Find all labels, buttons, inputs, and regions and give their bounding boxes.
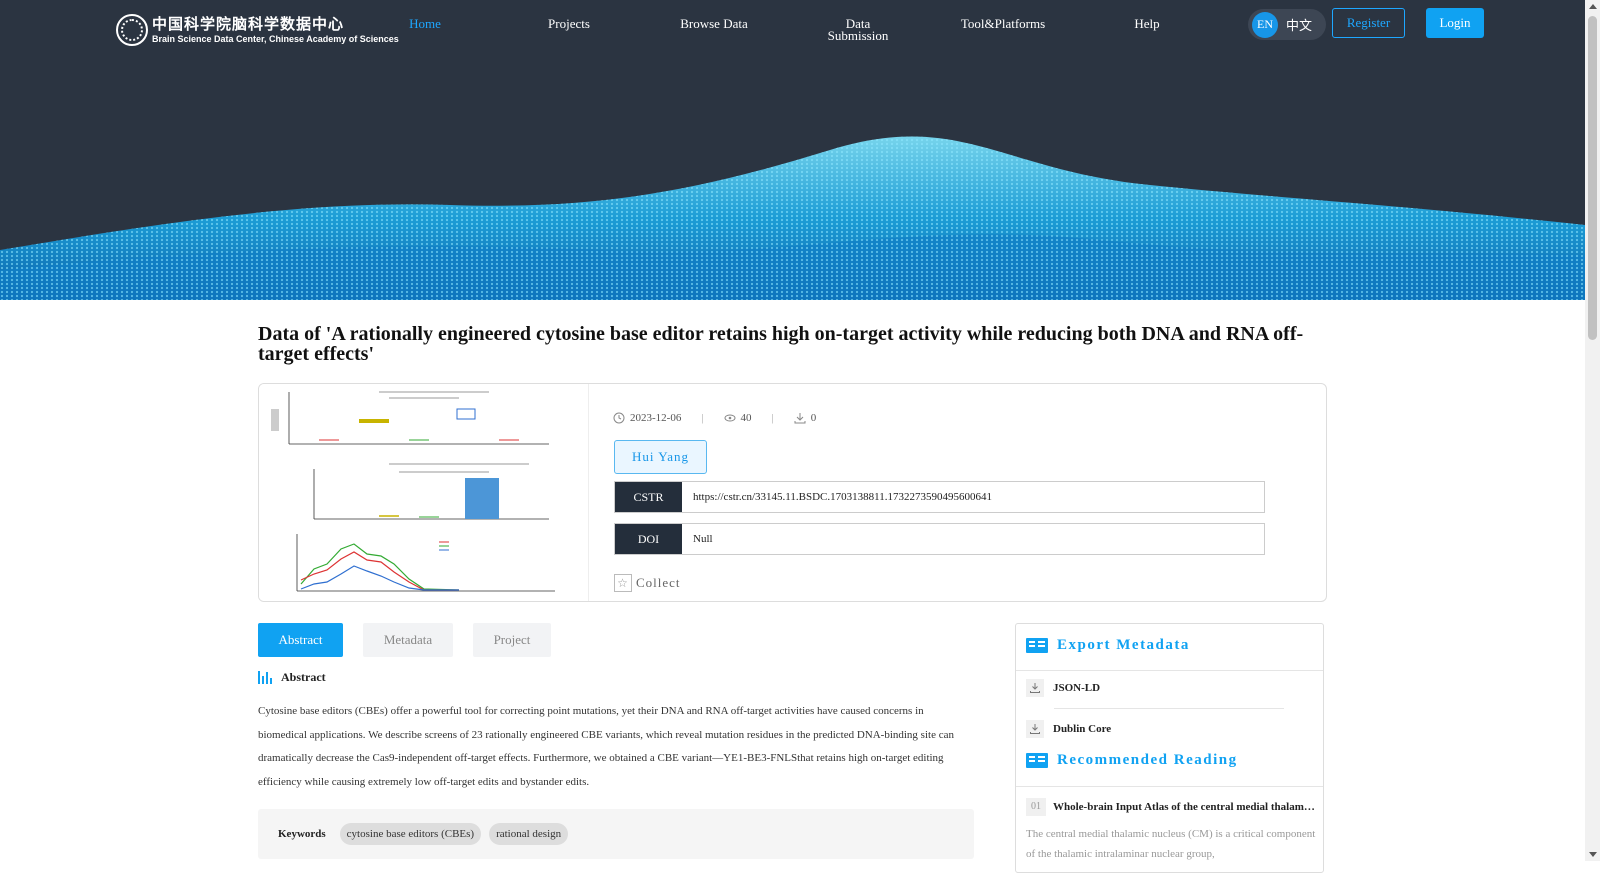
publish-date: 2023-12-06: [630, 412, 682, 424]
collect-label: Collect: [636, 575, 681, 590]
bar-chart-icon: [258, 671, 272, 684]
cas-seal-icon: [116, 14, 148, 46]
scrollbar-thumb[interactable]: [1588, 16, 1597, 340]
recommended-reading-title: Recommended Reading: [1057, 752, 1238, 768]
doi-label: DOI: [615, 524, 682, 554]
thumbnail-figure: [271, 391, 555, 592]
download-count: 0: [810, 412, 817, 424]
book-icon: [1026, 753, 1048, 768]
export-json-ld-label: JSON-LD: [1053, 682, 1101, 694]
cstr-row: CSTR https://cstr.cn/33145.11.BSDC.17031…: [614, 481, 1265, 513]
hero-banner: 中国科学院脑科学数据中心 Brain Science Data Center, …: [0, 0, 1585, 300]
logo-title-cn: 中国科学院脑科学数据中心: [152, 14, 345, 33]
page-scrollbar[interactable]: [1585, 0, 1600, 861]
abstract-heading: Abstract: [258, 670, 326, 685]
register-button[interactable]: Register: [1332, 8, 1405, 38]
eye-icon: [724, 414, 736, 422]
export-divider: [1054, 708, 1284, 709]
wave-banner-graphic: [0, 136, 1585, 300]
lang-en-option[interactable]: EN: [1252, 11, 1278, 38]
abstract-text: Cytosine base editors (CBEs) offer a pow…: [258, 705, 954, 788]
book-icon: [1026, 638, 1048, 653]
download-icon: [794, 413, 806, 424]
clock-icon: [613, 412, 625, 424]
cstr-value[interactable]: https://cstr.cn/33145.11.BSDC.1703138811…: [682, 482, 1264, 512]
site-logo[interactable]: 中国科学院脑科学数据中心 Brain Science Data Center, …: [116, 14, 399, 46]
download-icon: [1026, 679, 1044, 697]
scroll-up-arrow-icon[interactable]: [1589, 4, 1597, 9]
recommended-item-number: 01: [1026, 798, 1046, 816]
keyword-chip[interactable]: rational design: [489, 823, 569, 845]
abstract-heading-label: Abstract: [281, 670, 326, 684]
doi-row: DOI Null: [614, 523, 1265, 555]
tab-metadata[interactable]: Metadata: [363, 623, 453, 657]
sidebar-panel: Export Metadata JSON-LD Dublin Core Reco…: [1015, 623, 1324, 873]
export-dublin-core-label: Dublin Core: [1053, 723, 1112, 735]
recommended-item-title[interactable]: Whole-brain Input Atlas of the central m…: [1053, 798, 1315, 816]
nav-browse-data[interactable]: Browse Data: [654, 17, 774, 30]
export-metadata-heading: Export Metadata: [1026, 637, 1190, 654]
language-switch[interactable]: EN 中文: [1248, 9, 1326, 40]
login-button[interactable]: Login: [1426, 8, 1484, 38]
export-json-ld[interactable]: JSON-LD: [1026, 679, 1100, 697]
tab-abstract[interactable]: Abstract: [258, 623, 343, 657]
nav-help[interactable]: Help: [1087, 17, 1207, 30]
cstr-label: CSTR: [615, 482, 682, 512]
recommended-reading-heading: Recommended Reading: [1026, 752, 1238, 769]
star-icon: ☆: [614, 574, 632, 592]
page-title: Data of 'A rationally engineered cytosin…: [258, 323, 1304, 365]
recommended-item-desc: The central medial thalamic nucleus (CM)…: [1026, 828, 1316, 860]
export-dublin-core[interactable]: Dublin Core: [1026, 720, 1111, 738]
nav-home[interactable]: Home: [365, 17, 485, 30]
keywords-box: Keywords cytosine base editors (CBEs) ra…: [258, 809, 974, 859]
keyword-chip[interactable]: cytosine base editors (CBEs): [339, 823, 482, 845]
dataset-thumbnail-image: [259, 384, 589, 601]
stat-divider: |: [701, 412, 704, 424]
nav-projects[interactable]: Projects: [509, 17, 629, 30]
sidebar-divider: [1016, 670, 1323, 671]
scroll-down-arrow-icon[interactable]: [1589, 852, 1597, 857]
keywords-label: Keywords: [278, 828, 326, 840]
dataset-stats: 2023-12-06 | 40 | 0: [613, 412, 816, 424]
lang-zh-option[interactable]: 中文: [1286, 15, 1312, 34]
nav-data-submission[interactable]: Data Submission: [798, 17, 918, 42]
logo-title-en: Brain Science Data Center, Chinese Acade…: [152, 33, 399, 44]
dataset-info-card: 2023-12-06 | 40 | 0 Hui Yang CSTR https:…: [258, 383, 1327, 602]
nav-tool-platforms[interactable]: Tool&Platforms: [943, 17, 1063, 30]
author-tag[interactable]: Hui Yang: [614, 440, 707, 474]
sidebar-divider: [1016, 786, 1323, 787]
download-icon: [1026, 720, 1044, 738]
view-count: 40: [740, 412, 752, 424]
collect-button[interactable]: ☆ Collect: [614, 574, 681, 592]
stat-divider: |: [771, 412, 774, 424]
tab-project[interactable]: Project: [473, 623, 551, 657]
export-metadata-title: Export Metadata: [1057, 637, 1190, 653]
doi-value: Null: [693, 533, 713, 545]
